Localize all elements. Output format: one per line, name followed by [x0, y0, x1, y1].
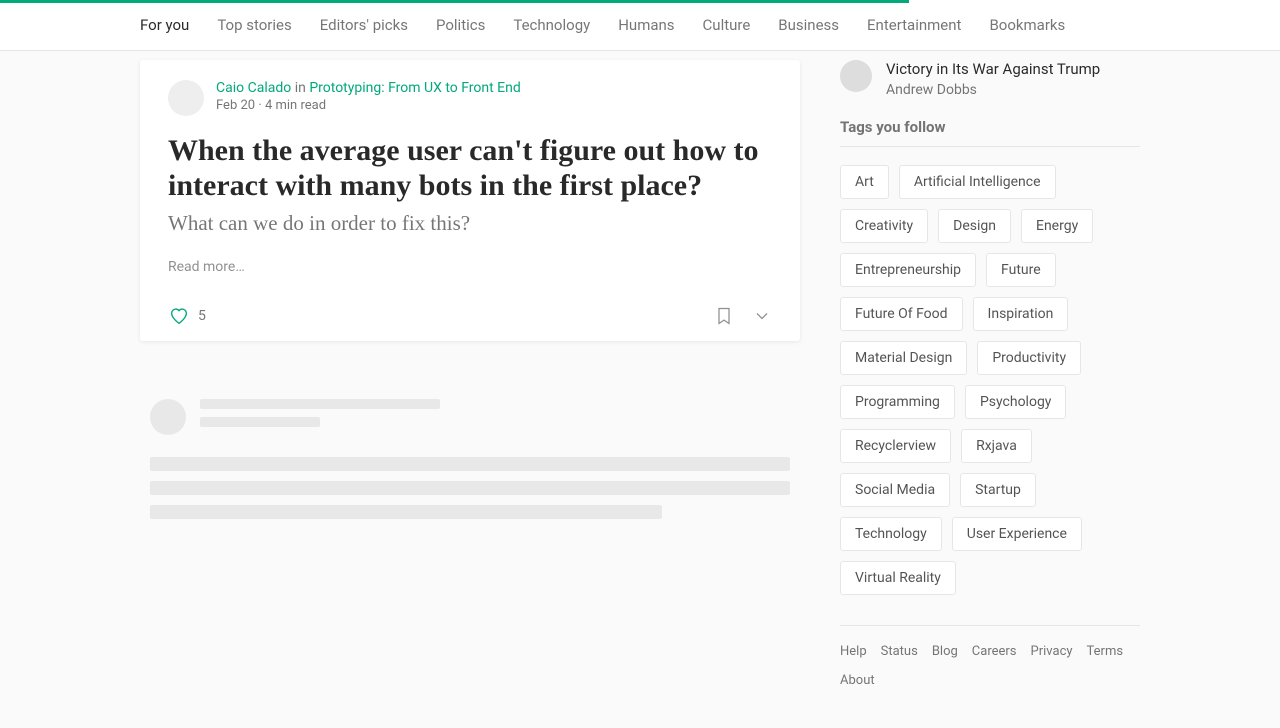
skeleton-line	[200, 417, 320, 427]
tag-chip[interactable]: Recyclerview	[840, 429, 951, 463]
article-subtitle: What can we do in order to fix this?	[168, 211, 772, 236]
nav-tabs: For you Top stories Editors' picks Polit…	[120, 0, 1160, 50]
author-link[interactable]: Caio Calado	[216, 80, 291, 96]
tags-heading: Tags you follow	[840, 118, 1140, 147]
tag-chip[interactable]: User Experience	[952, 517, 1082, 551]
tag-chip[interactable]: Energy	[1021, 209, 1093, 243]
sidebar-story[interactable]: Victory in Its War Against Trump Andrew …	[840, 60, 1140, 98]
chevron-down-icon[interactable]	[752, 306, 772, 326]
bookmark-icon[interactable]	[714, 306, 734, 326]
author-avatar[interactable]	[168, 80, 204, 116]
tag-chip[interactable]: Design	[938, 209, 1011, 243]
footer-link[interactable]: Help	[840, 644, 867, 659]
nav-tab-editors-picks[interactable]: Editors' picks	[320, 16, 408, 34]
tag-chip[interactable]: Future Of Food	[840, 297, 963, 331]
footer-links: HelpStatusBlogCareersPrivacyTermsAbout	[840, 625, 1140, 688]
tag-chip[interactable]: Startup	[960, 473, 1036, 507]
skeleton-line	[200, 399, 440, 409]
tag-chip[interactable]: Technology	[840, 517, 942, 551]
footer-link[interactable]: Terms	[1087, 644, 1124, 659]
tag-list: Art Artificial Intelligence Creativity Desi…	[840, 165, 1140, 595]
tag-chip[interactable]: Creativity	[840, 209, 928, 243]
nav-tab-top-stories[interactable]: Top stories	[217, 16, 291, 34]
tag-chip[interactable]: Social Media	[840, 473, 950, 507]
byline-separator: in	[295, 80, 306, 96]
publication-link[interactable]: Prototyping: From UX to Front End	[309, 80, 520, 96]
read-more-link[interactable]: Read more…	[168, 259, 245, 275]
nav-tab-politics[interactable]: Politics	[436, 16, 485, 34]
sidebar-story-title: Victory in Its War Against Trump	[886, 60, 1100, 80]
tag-chip[interactable]: Programming	[840, 385, 955, 419]
like-count: 5	[198, 308, 206, 324]
footer-link[interactable]: Status	[881, 644, 918, 659]
nav-tab-entertainment[interactable]: Entertainment	[867, 16, 961, 34]
nav-tab-humans[interactable]: Humans	[618, 16, 674, 34]
article-read-time: 4 min read	[265, 98, 326, 113]
tag-chip[interactable]: Entrepreneurship	[840, 253, 976, 287]
tag-chip[interactable]: Artificial Intelligence	[899, 165, 1056, 199]
heart-icon	[168, 305, 190, 327]
nav-tab-bookmarks[interactable]: Bookmarks	[989, 16, 1065, 34]
nav-tab-business[interactable]: Business	[778, 16, 839, 34]
tag-chip[interactable]: Virtual Reality	[840, 561, 956, 595]
article-card: Caio Calado in Prototyping: From UX to F…	[140, 60, 800, 341]
meta-dot: ·	[258, 98, 265, 113]
footer-link[interactable]: Careers	[972, 644, 1017, 659]
top-nav-bar: For you Top stories Editors' picks Polit…	[0, 0, 1280, 51]
tag-chip[interactable]: Art	[840, 165, 889, 199]
nav-tab-technology[interactable]: Technology	[513, 16, 590, 34]
tag-chip[interactable]: Rxjava	[961, 429, 1032, 463]
sidebar-story-author: Andrew Dobbs	[886, 82, 1100, 98]
loading-progress-bar	[0, 0, 909, 3]
tag-chip[interactable]: Productivity	[977, 341, 1081, 375]
tag-chip[interactable]: Psychology	[965, 385, 1067, 419]
article-title[interactable]: When the average user can't figure out h…	[168, 134, 772, 203]
tag-chip[interactable]: Material Design	[840, 341, 967, 375]
skeleton-block	[150, 481, 790, 495]
tag-chip[interactable]: Inspiration	[973, 297, 1069, 331]
sidebar: Victory in Its War Against Trump Andrew …	[840, 60, 1140, 688]
skeleton-avatar	[150, 399, 186, 435]
skeleton-block	[150, 505, 662, 519]
footer-link[interactable]: Privacy	[1031, 644, 1073, 659]
loading-skeleton	[140, 369, 800, 559]
article-date: Feb 20	[216, 98, 255, 113]
nav-tab-for-you[interactable]: For you	[140, 16, 189, 34]
footer-link[interactable]: Blog	[932, 644, 958, 659]
tag-chip[interactable]: Future	[986, 253, 1056, 287]
skeleton-block	[150, 457, 790, 471]
like-button[interactable]: 5	[168, 305, 206, 327]
article-meta: Feb 20 · 4 min read	[216, 98, 521, 113]
nav-tab-culture[interactable]: Culture	[703, 16, 751, 34]
sidebar-story-avatar	[840, 60, 872, 92]
